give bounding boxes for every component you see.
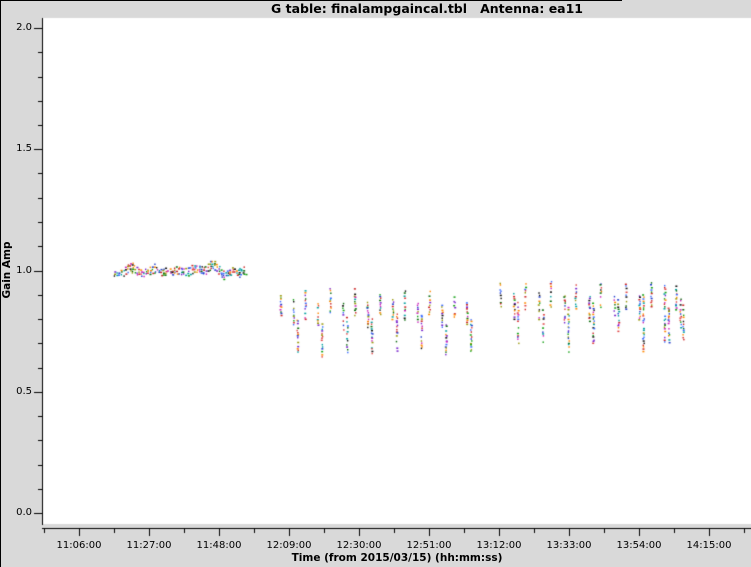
- y-tick-label: 1.5: [2, 143, 32, 155]
- plot-canvas[interactable]: [0, 0, 751, 567]
- x-axis-title: Time (from 2015/03/15) (hh:mm:ss): [292, 552, 503, 564]
- y-axis-title: Gain Amp: [1, 241, 13, 298]
- x-tick-label: 13:12:00: [477, 540, 522, 551]
- y-tick-label: 2.0: [2, 22, 32, 34]
- x-tick-label: 11:27:00: [127, 540, 172, 551]
- x-tick-label: 11:06:00: [57, 540, 102, 551]
- x-tick-label: 12:09:00: [267, 540, 312, 551]
- x-tick-label: 11:48:00: [197, 540, 242, 551]
- plot-title: G table: finalampgaincal.tbl Antenna: ea…: [271, 1, 583, 16]
- y-tick-label: 0.0: [2, 507, 32, 519]
- x-tick-label: 12:51:00: [407, 540, 452, 551]
- plotcal-window: G table: finalampgaincal.tbl Antenna: ea…: [0, 0, 751, 567]
- x-tick-label: 13:33:00: [547, 540, 592, 551]
- x-tick-label: 14:15:00: [687, 540, 732, 551]
- x-tick-label: 13:54:00: [617, 540, 662, 551]
- y-tick-label: 0.5: [2, 386, 32, 398]
- x-tick-label: 12:30:00: [337, 540, 382, 551]
